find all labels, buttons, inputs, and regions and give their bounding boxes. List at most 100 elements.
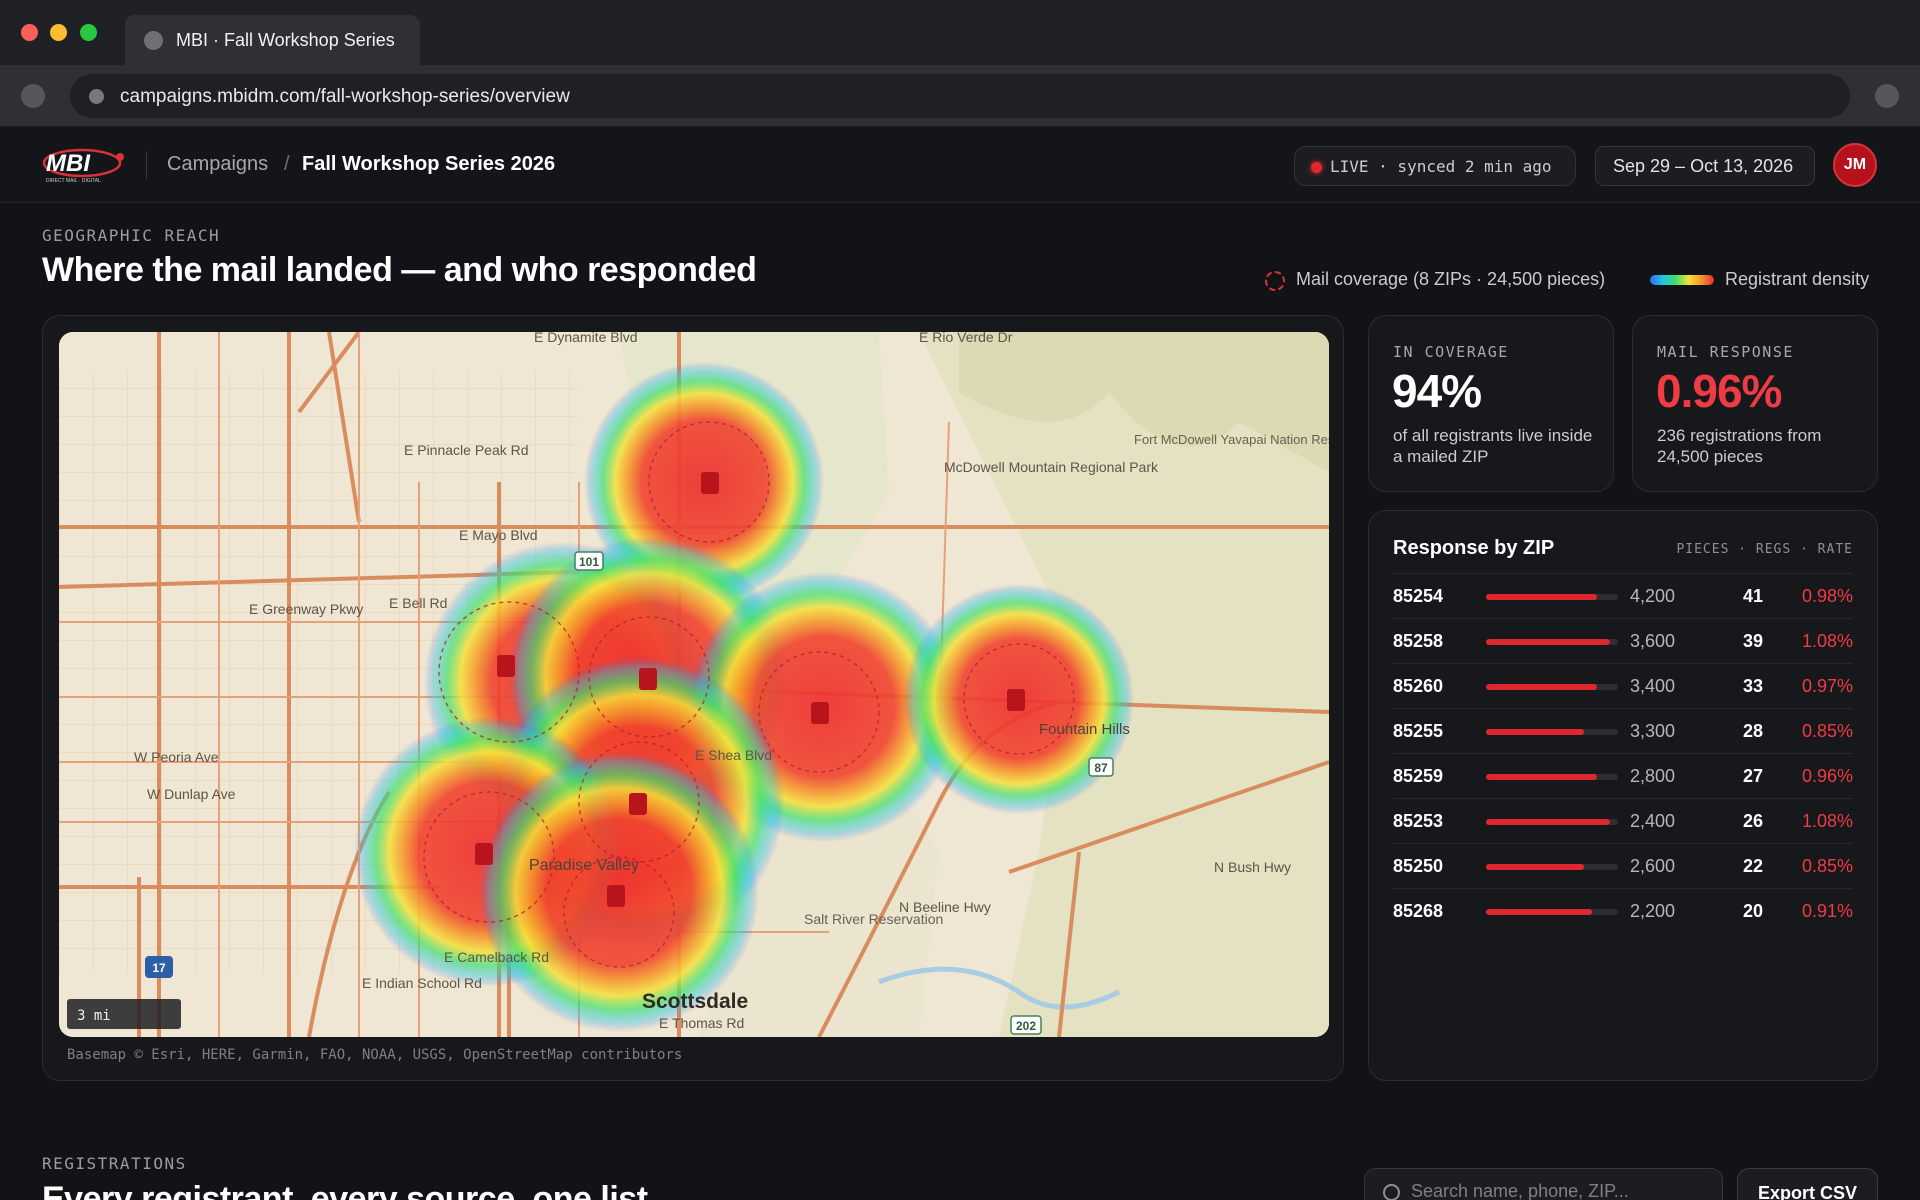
zip-share-bar [1486, 909, 1618, 915]
zip-code: 85255 [1393, 721, 1444, 741]
back-icon[interactable] [21, 84, 45, 108]
zip-rate: 1.08% [1801, 631, 1853, 651]
logo-tagline: DIRECT MAIL · DIGITAL [46, 178, 101, 184]
kpi-value: 0.96% [1656, 365, 1782, 417]
app-header: MBI DIRECT MAIL · DIGITAL Campaigns / Fa… [0, 127, 1920, 203]
zip-table-row[interactable]: 85258 3,600 39 1.08% [1393, 618, 1853, 663]
legend-coverage: Mail coverage (8 ZIPs · 24,500 pieces) [1296, 269, 1606, 289]
zip-pieces: 3,600 [1629, 631, 1675, 651]
map-view[interactable]: Scottsdale Paradise Valley Fountain Hill… [59, 332, 1329, 1037]
zip-marker[interactable] [475, 843, 493, 865]
registrant-search[interactable] [1364, 1168, 1723, 1200]
url-text[interactable]: campaigns.mbidm.com/fall-workshop-series… [120, 86, 570, 108]
user-avatar[interactable]: JM [1833, 143, 1877, 187]
zip-marker[interactable] [811, 702, 829, 724]
zip-rate: 0.85% [1801, 721, 1853, 741]
live-status-badge: LIVE · synced 2 min ago [1294, 146, 1576, 186]
window-zoom-button[interactable] [80, 24, 97, 41]
road-label-shea: E Shea Blvd [695, 747, 772, 763]
zip-share-bar [1486, 684, 1618, 690]
zip-regs: 20 [1742, 901, 1763, 921]
road-label-indian-school: E Indian School Rd [362, 975, 482, 991]
header-divider [146, 151, 147, 179]
mbi-logo: MBI DIRECT MAIL · DIGITAL [42, 148, 124, 184]
window-minimize-button[interactable] [50, 24, 67, 41]
zip-code: 85259 [1393, 766, 1444, 786]
registrations-eyebrow: REGISTRATIONS [42, 1154, 187, 1173]
zip-share-bar [1486, 774, 1618, 780]
kpi-label: IN COVERAGE [1393, 343, 1509, 361]
zip-pieces: 4,200 [1629, 586, 1675, 606]
map-scale: 3 mi [67, 999, 181, 1029]
date-range-picker[interactable]: Sep 29 – Oct 13, 2026 [1595, 146, 1815, 186]
place-label-fort-mcdowell: Fort McDowell Yavapai Nation Reservation [1134, 432, 1329, 447]
zip-share-fill [1486, 819, 1611, 825]
kpi-in-coverage: IN COVERAGE 94% of all registrants live … [1368, 315, 1614, 492]
zip-table-row[interactable]: 85260 3,400 33 0.97% [1393, 663, 1853, 708]
zip-table-row[interactable]: 85253 2,400 26 1.08% [1393, 798, 1853, 843]
zip-table-row[interactable]: 85268 2,200 20 0.91% [1393, 888, 1853, 933]
scale-label: 3 mi [77, 1008, 111, 1024]
geo-eyebrow: GEOGRAPHIC REACH [42, 226, 221, 245]
zip-marker[interactable] [497, 655, 515, 677]
road-label-mayo: E Mayo Blvd [459, 527, 538, 543]
export-csv-button[interactable]: Export CSV [1737, 1168, 1878, 1200]
road-label-dunlap: W Dunlap Ave [147, 786, 236, 802]
road-label-dynamite: E Dynamite Blvd [534, 332, 637, 345]
zip-share-fill [1486, 909, 1592, 915]
zip-share-bar [1486, 819, 1618, 825]
kpi-label: MAIL RESPONSE [1657, 343, 1794, 361]
zip-marker[interactable] [607, 885, 625, 907]
shield-17: 17 [152, 961, 166, 975]
zip-marker[interactable] [1007, 689, 1025, 711]
zip-card-title: Response by ZIP [1393, 537, 1555, 559]
search-icon [1383, 1184, 1400, 1200]
address-bar[interactable]: campaigns.mbidm.com/fall-workshop-series… [70, 74, 1850, 118]
zip-code: 85258 [1393, 631, 1444, 651]
zip-rate: 0.98% [1801, 586, 1853, 606]
zip-regs: 26 [1742, 811, 1763, 831]
zip-table-row[interactable]: 85259 2,800 27 0.96% [1393, 753, 1853, 798]
zip-rate: 0.97% [1801, 676, 1853, 696]
zip-share-fill [1486, 639, 1611, 645]
zip-regs: 39 [1742, 631, 1763, 651]
window-close-button[interactable] [21, 24, 38, 41]
zip-marker[interactable] [701, 472, 719, 494]
browser-menu-icon[interactable] [1875, 84, 1899, 108]
browser-toolbar: campaigns.mbidm.com/fall-workshop-series… [0, 65, 1920, 127]
zip-share-fill [1486, 684, 1597, 690]
place-label-scottsdale: Scottsdale [642, 990, 748, 1013]
shield-202: 202 [1016, 1019, 1036, 1033]
breadcrumb-current: Fall Workshop Series 2026 [302, 153, 556, 175]
zip-table-row[interactable]: 85255 3,300 28 0.85% [1393, 708, 1853, 753]
road-label-bush: N Bush Hwy [1214, 859, 1291, 875]
site-info-icon[interactable] [89, 89, 104, 104]
logo-text: MBI [46, 150, 91, 177]
date-range-text: Sep 29 – Oct 13, 2026 [1613, 156, 1794, 176]
zip-code: 85268 [1393, 901, 1444, 921]
zip-table-row[interactable]: 85250 2,600 22 0.85% [1393, 843, 1853, 888]
zip-pieces: 3,300 [1629, 721, 1675, 741]
map-card: Scottsdale Paradise Valley Fountain Hill… [42, 315, 1344, 1081]
zip-pieces: 2,600 [1629, 856, 1675, 876]
search-input[interactable] [1411, 1181, 1711, 1200]
zip-share-bar [1486, 729, 1618, 735]
legend-density: Registrant density [1725, 269, 1870, 289]
live-indicator-icon [1311, 162, 1322, 173]
density-gradient-icon [1650, 275, 1714, 285]
heatmap-map[interactable]: Scottsdale Paradise Valley Fountain Hill… [59, 332, 1329, 1037]
road-label-camelback: E Camelback Rd [444, 949, 549, 965]
browser-tab[interactable]: MBI · Fall Workshop Series [125, 15, 420, 65]
zip-code: 85260 [1393, 676, 1444, 696]
zip-marker[interactable] [639, 668, 657, 690]
road-label-thomas: E Thomas Rd [659, 1015, 744, 1031]
zip-code: 85254 [1393, 586, 1444, 606]
kpi-mail-response: MAIL RESPONSE 0.96% 236 registrations fr… [1632, 315, 1878, 492]
zip-rate: 1.08% [1801, 811, 1853, 831]
registrations-title: Every registrant, every source, one list [42, 1180, 648, 1200]
zip-table-row[interactable]: 85254 4,200 41 0.98% [1393, 573, 1853, 618]
breadcrumb-campaigns[interactable]: Campaigns [167, 153, 268, 176]
zip-marker[interactable] [629, 793, 647, 815]
zip-share-bar [1486, 594, 1618, 600]
zip-code: 85253 [1393, 811, 1444, 831]
